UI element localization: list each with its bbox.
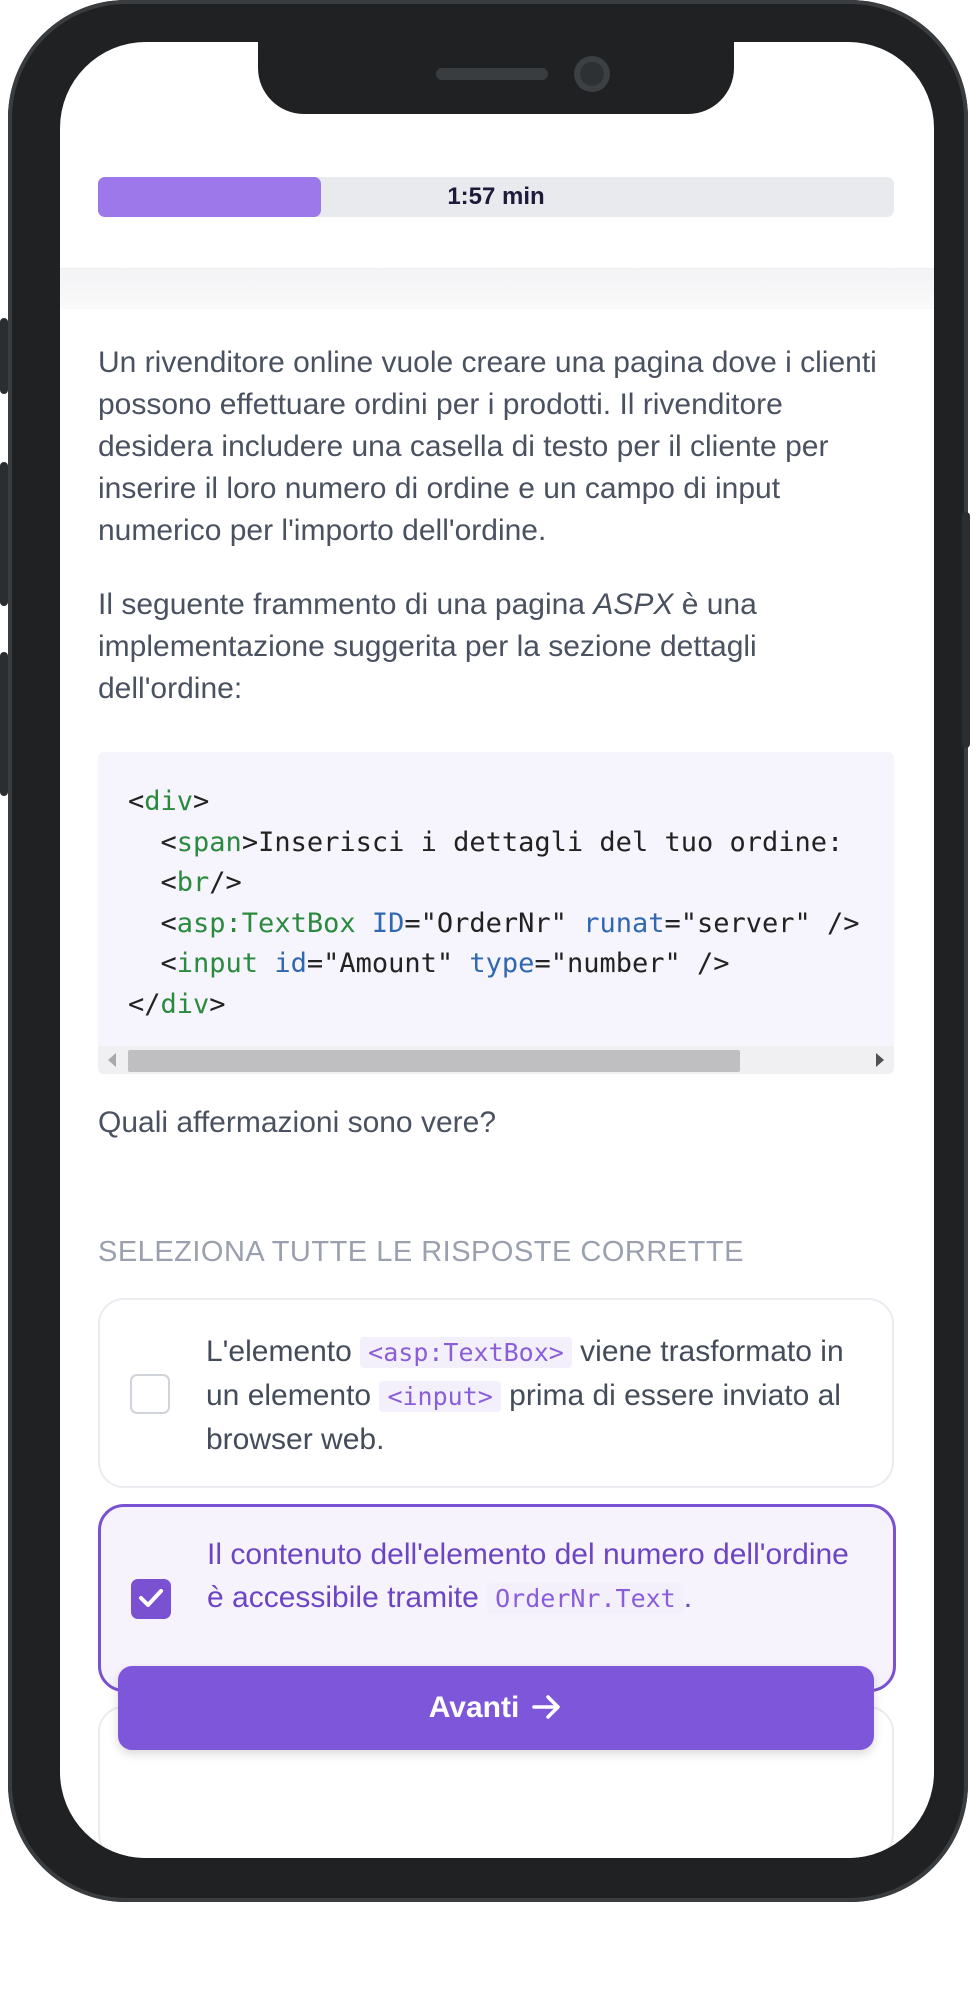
volume-up-button	[0, 462, 8, 606]
answer-option-text: L'elemento <asp:TextBox> viene trasforma…	[206, 1335, 844, 1456]
arrow-right-icon	[532, 1695, 561, 1719]
volume-down-button	[0, 652, 8, 796]
timer-bar: 1:57 min	[98, 177, 894, 217]
answer-option-text: Il contenuto dell'elemento del numero de…	[207, 1538, 849, 1614]
scrollbar-thumb[interactable]	[128, 1050, 740, 1072]
answer-option-2[interactable]: Il contenuto dell'elemento del numero de…	[98, 1504, 896, 1692]
code-block[interactable]: <div> <span>Inserisci i dettagli del tuo…	[98, 752, 894, 1074]
notch	[258, 42, 734, 114]
scroll-left-icon[interactable]	[108, 1053, 116, 1067]
question-paragraph-2: Il seguente frammento di una pagina ASPX…	[98, 588, 757, 705]
mute-switch	[0, 318, 8, 394]
screen: 1:57 min Un rivenditore online vuole cre…	[60, 42, 934, 1858]
timer-label: 1:57 min	[447, 183, 545, 210]
code-scrollbar[interactable]	[98, 1046, 894, 1074]
header-divider	[60, 268, 934, 309]
speaker	[436, 68, 548, 80]
next-button[interactable]: Avanti	[118, 1666, 874, 1750]
question-prompt: Quali affermazioni sono vere?	[98, 1106, 496, 1139]
power-button	[962, 512, 970, 748]
instruction-label: SELEZIONA TUTTE LE RISPOSTE CORRETTE	[98, 1236, 744, 1268]
checkbox-checked[interactable]	[131, 1579, 171, 1619]
phone-frame: 1:57 min Un rivenditore online vuole cre…	[0, 0, 970, 1902]
check-icon	[139, 1589, 163, 1607]
question-paragraph-1: Un rivenditore online vuole creare una p…	[98, 346, 877, 547]
code-text: <div> <span>Inserisci i dettagli del tuo…	[128, 786, 860, 1020]
camera-icon	[574, 56, 610, 92]
checkbox-unchecked[interactable]	[130, 1374, 170, 1414]
scroll-right-icon[interactable]	[876, 1053, 884, 1067]
answer-option-1[interactable]: L'elemento <asp:TextBox> viene trasforma…	[98, 1298, 894, 1488]
